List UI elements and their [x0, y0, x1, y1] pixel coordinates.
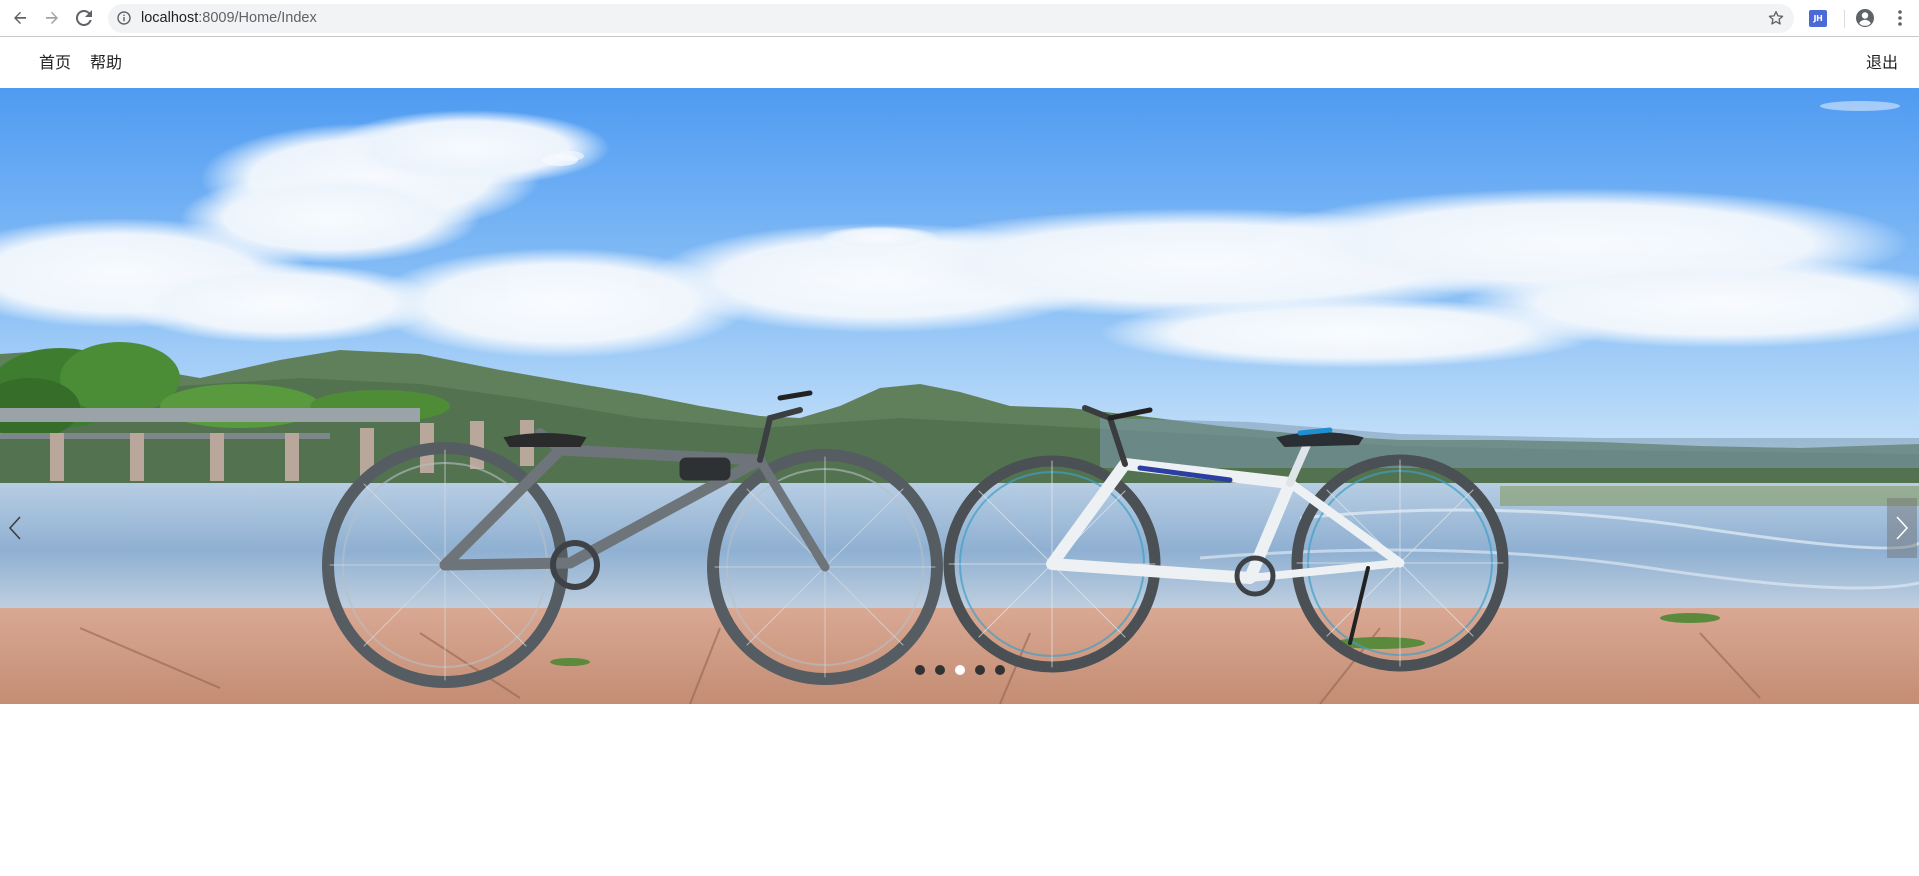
nav-home-link[interactable]: 首页 — [39, 53, 71, 73]
carousel-prev-button[interactable] — [0, 498, 30, 558]
carousel-indicator[interactable] — [934, 665, 945, 675]
browser-toolbar: localhost:8009/Home/Index JH — [0, 0, 1919, 37]
reload-button[interactable] — [72, 6, 96, 30]
carousel-indicator[interactable] — [994, 665, 1005, 675]
carousel-indicators — [0, 665, 1919, 677]
reload-icon — [76, 10, 92, 26]
kebab-menu-icon[interactable] — [1890, 8, 1910, 28]
arrow-right-icon — [46, 11, 58, 24]
chevron-right-icon — [1896, 516, 1909, 540]
carousel-next-button[interactable] — [1887, 498, 1917, 558]
carousel-indicator[interactable] — [914, 665, 925, 675]
toolbar-divider — [1844, 10, 1845, 28]
account-circle-icon[interactable] — [1855, 8, 1875, 28]
extension-label: JH — [1813, 14, 1823, 23]
back-button[interactable] — [8, 6, 32, 30]
address-bar[interactable]: localhost:8009/Home/Index — [108, 4, 1794, 33]
url-path: :8009/Home/Index — [198, 10, 317, 26]
nav-help-link[interactable]: 帮助 — [90, 53, 122, 73]
site-navbar: 首页 帮助 退出 — [0, 37, 1919, 88]
star-icon[interactable] — [1768, 10, 1784, 26]
logout-link[interactable]: 退出 — [1866, 53, 1898, 73]
url-text[interactable]: localhost:8009/Home/Index — [141, 10, 317, 27]
carousel-slide-image — [0, 88, 1919, 704]
extension-icon[interactable]: JH — [1809, 10, 1827, 27]
forward-button[interactable] — [40, 6, 64, 30]
carousel-indicator[interactable] — [974, 665, 985, 675]
chevron-left-icon — [8, 516, 21, 540]
arrow-left-icon — [14, 11, 26, 24]
url-host: localhost — [141, 10, 199, 26]
info-icon[interactable] — [117, 11, 131, 25]
carousel-indicator-active[interactable] — [954, 665, 965, 675]
image-carousel — [0, 88, 1919, 704]
